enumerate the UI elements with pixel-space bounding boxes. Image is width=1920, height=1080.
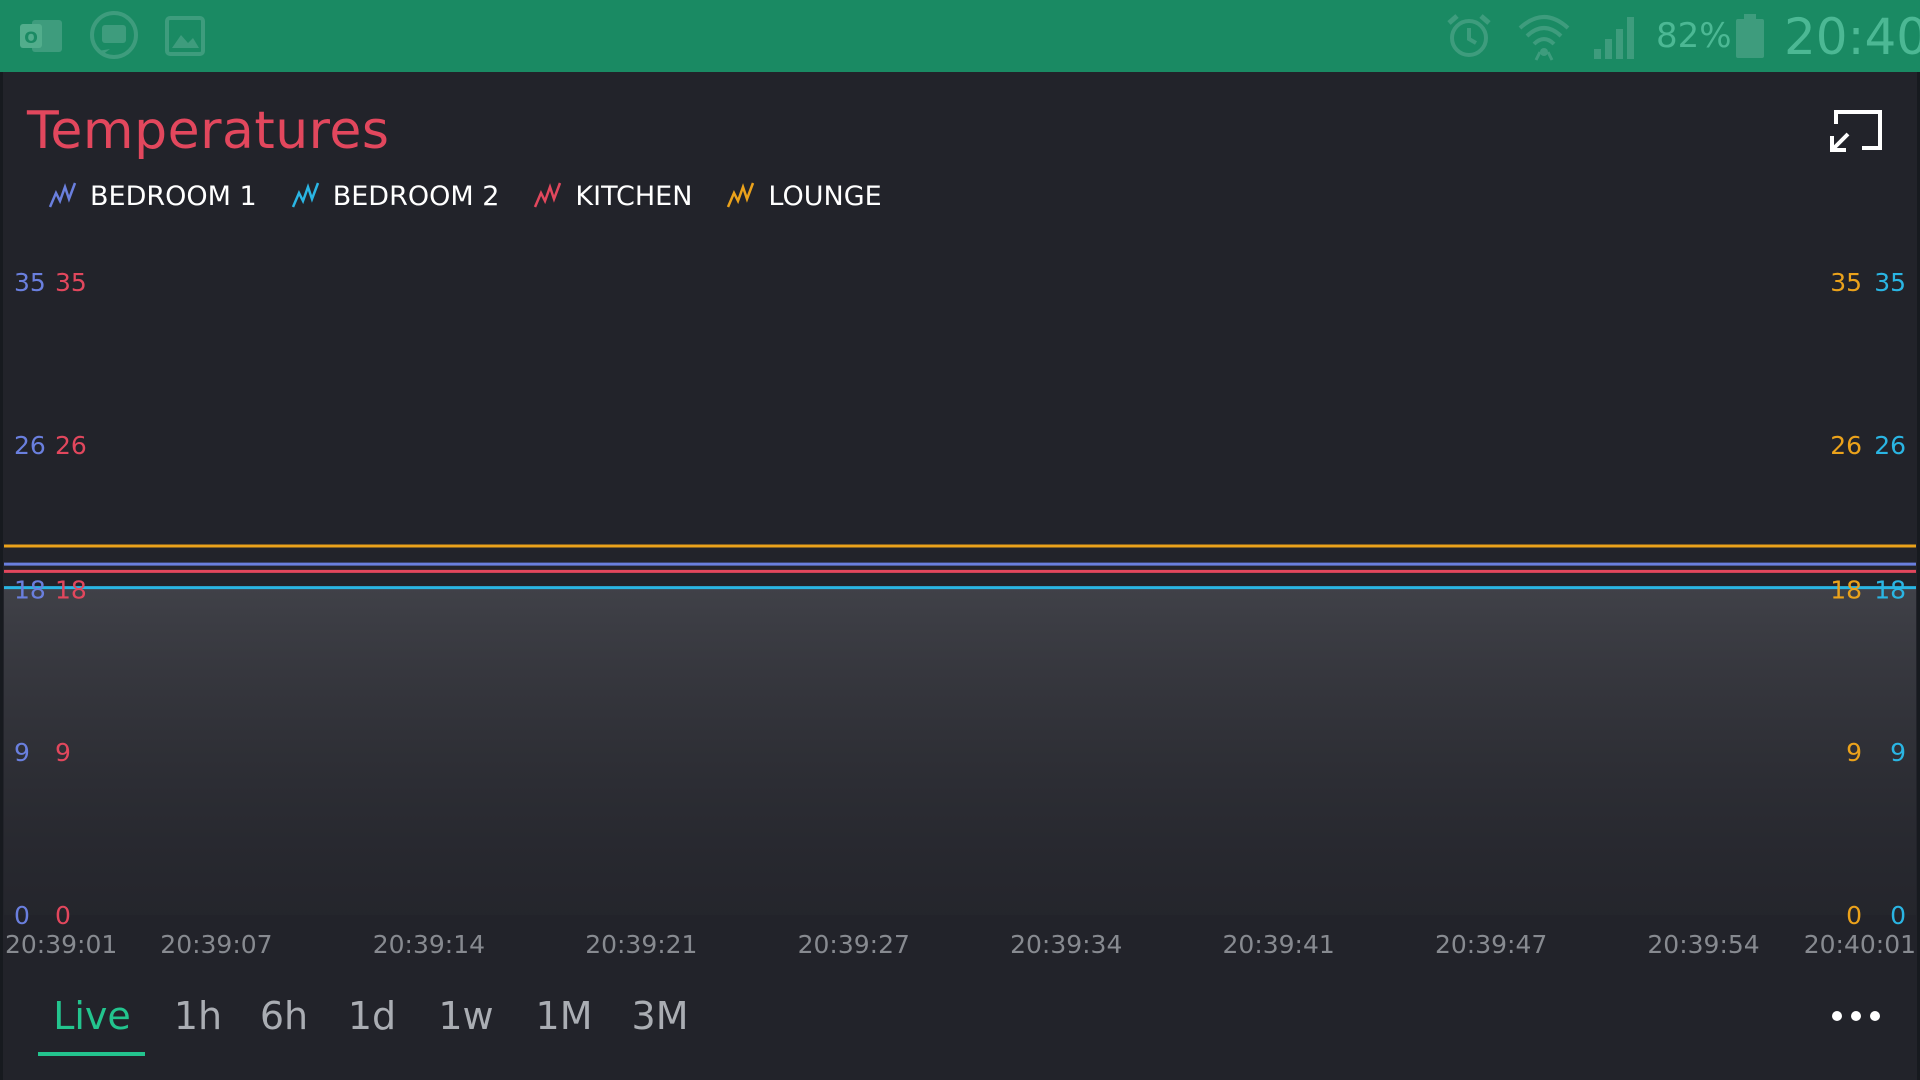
more-button[interactable] xyxy=(1832,1004,1880,1028)
tab-1h[interactable]: 1h xyxy=(166,980,230,1060)
y-tick-label: 0 xyxy=(1846,901,1862,930)
y-tick-label: 26 xyxy=(1830,431,1862,460)
active-tab-indicator xyxy=(38,1052,145,1056)
x-tick-label: 20:39:34 xyxy=(1010,930,1122,959)
temperature-chart[interactable]: 0 9 18 26 35 0 9 18 26 35 0 9 18 26 35 0 9 18 26 35 20:39:0… xyxy=(0,0,1920,1080)
y-tick-label: 26 xyxy=(1874,431,1906,460)
x-tick-label: 20:39:01 xyxy=(5,930,117,959)
period-tabs: Live 1h 6h 1d 1w 1M 3M xyxy=(0,980,1920,1060)
x-tick-label: 20:40:01 xyxy=(1804,930,1916,959)
y-tick-label: 18 xyxy=(1830,575,1862,604)
tab-1d[interactable]: 1d xyxy=(340,980,404,1060)
x-tick-label: 20:39:47 xyxy=(1435,930,1547,959)
y-tick-label: 0 xyxy=(55,901,71,930)
x-tick-label: 20:39:21 xyxy=(585,930,697,959)
x-tick-label: 20:39:14 xyxy=(373,930,485,959)
y-tick-label: 9 xyxy=(1846,738,1862,767)
y-tick-label: 9 xyxy=(14,738,30,767)
tab-1w[interactable]: 1w xyxy=(432,980,500,1060)
tab-6h[interactable]: 6h xyxy=(252,980,316,1060)
y-tick-label: 35 xyxy=(1874,268,1906,297)
tab-3m[interactable]: 3M xyxy=(620,980,700,1060)
y-tick-label: 18 xyxy=(1874,575,1906,604)
y-tick-label: 35 xyxy=(1830,268,1862,297)
y-tick-label: 18 xyxy=(14,575,46,604)
tab-1m[interactable]: 1M xyxy=(526,980,602,1060)
y-tick-label: 0 xyxy=(1890,901,1906,930)
y-tick-label: 9 xyxy=(55,738,71,767)
y-tick-label: 35 xyxy=(55,268,87,297)
y-tick-label: 9 xyxy=(1890,738,1906,767)
tab-live[interactable]: Live xyxy=(42,980,142,1060)
chart-area-fill xyxy=(4,587,1916,915)
y-tick-label: 26 xyxy=(55,431,87,460)
x-tick-label: 20:39:07 xyxy=(160,930,272,959)
x-tick-label: 20:39:27 xyxy=(798,930,910,959)
y-tick-label: 26 xyxy=(14,431,46,460)
y-tick-label: 0 xyxy=(14,901,30,930)
y-tick-label: 35 xyxy=(14,268,46,297)
x-tick-label: 20:39:54 xyxy=(1647,930,1759,959)
more-horizontal-icon xyxy=(1832,1011,1842,1021)
x-tick-label: 20:39:41 xyxy=(1223,930,1335,959)
y-tick-label: 18 xyxy=(55,575,87,604)
